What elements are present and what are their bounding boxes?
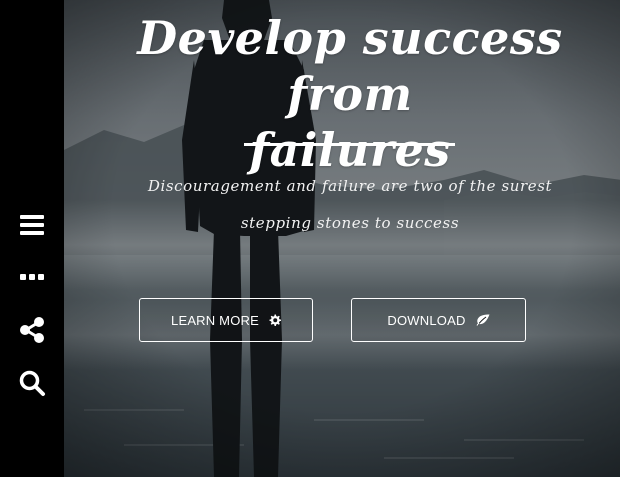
download-button[interactable]: DOWNLOAD bbox=[351, 298, 526, 342]
hero-subtitle: Discouragement and failure are two of th… bbox=[120, 168, 580, 242]
search-icon bbox=[19, 370, 45, 396]
learn-more-label: LEARN MORE bbox=[171, 312, 259, 328]
download-label: DOWNLOAD bbox=[387, 312, 466, 328]
ellipsis-icon bbox=[20, 274, 44, 280]
leaf-icon bbox=[476, 314, 490, 326]
share-icon bbox=[20, 317, 44, 343]
page: Develop success from failures Discourage… bbox=[0, 0, 622, 477]
hero-subtitle-line-2: stepping stones to success bbox=[240, 214, 460, 232]
hero-subtitle-line-1: Discouragement and failure are two of th… bbox=[147, 177, 553, 195]
sidebar-item-more[interactable] bbox=[0, 257, 64, 297]
hero-title: Develop success from failures bbox=[90, 10, 610, 178]
sidebar bbox=[0, 0, 64, 477]
gear-icon bbox=[269, 314, 281, 326]
sidebar-item-search[interactable] bbox=[0, 363, 64, 403]
sidebar-item-share[interactable] bbox=[0, 310, 64, 350]
hero-title-line-1: Develop success from bbox=[137, 11, 563, 121]
menu-icon bbox=[20, 215, 44, 235]
sidebar-item-menu[interactable] bbox=[0, 205, 64, 245]
title-divider bbox=[244, 143, 455, 146]
learn-more-button[interactable]: LEARN MORE bbox=[139, 298, 313, 342]
